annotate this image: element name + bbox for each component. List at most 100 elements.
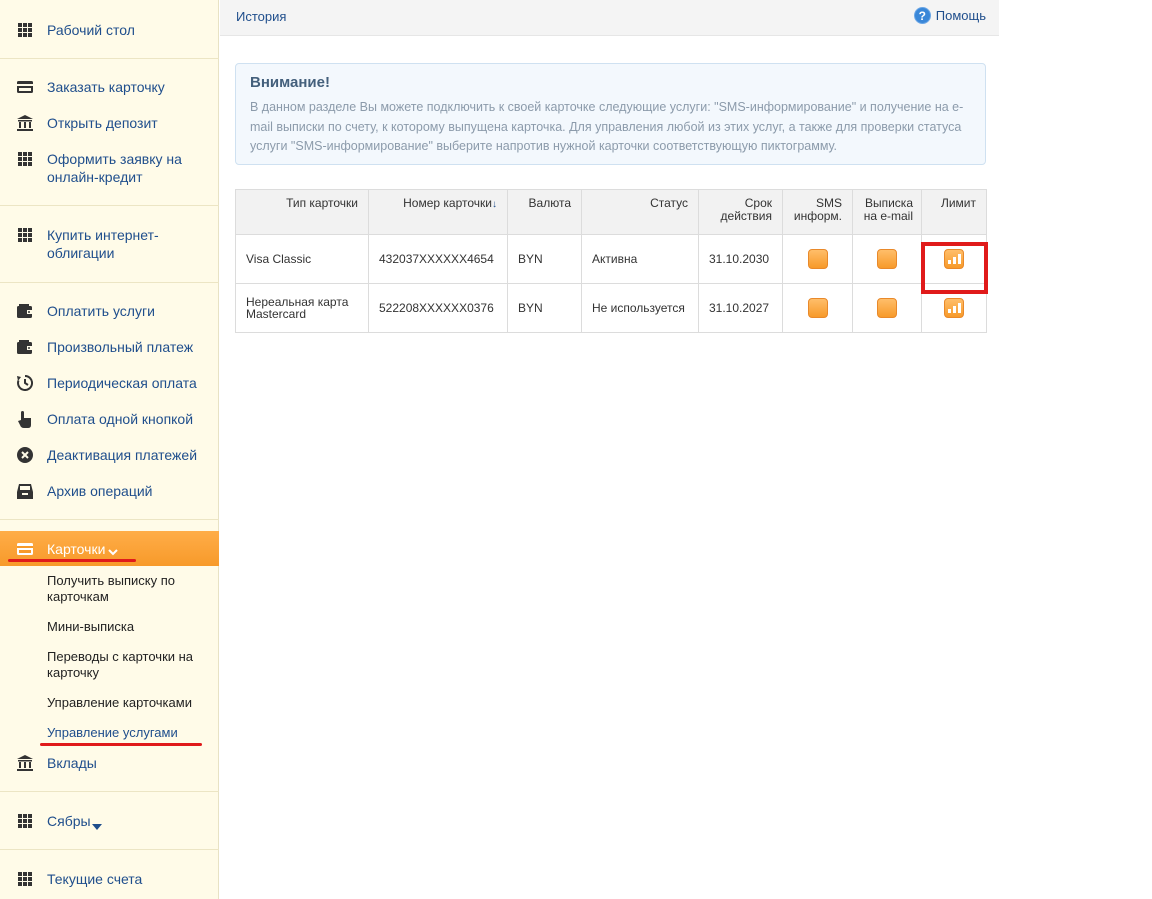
wallet-icon <box>16 338 34 356</box>
status-cell: Активна <box>581 234 699 284</box>
submenu-item-mini-statement[interactable]: Мини-выписка <box>47 619 212 635</box>
submenu-item-card-statement[interactable]: Получить выписку по карточкам <box>47 573 212 605</box>
column-header-status[interactable]: Статус <box>581 189 699 235</box>
grid-icon <box>16 812 34 830</box>
sidebar-item-internet-bonds[interactable]: Купить интернет-облигации <box>0 226 219 264</box>
sms-service-button[interactable] <box>807 298 828 318</box>
sidebar-item-label: Произвольный платеж <box>47 339 194 355</box>
highlight-box <box>921 242 988 294</box>
sidebar-item-order-card[interactable]: Заказать карточку <box>0 78 219 98</box>
sidebar-item-label: Карточки <box>47 541 106 557</box>
highlight-underline <box>8 559 136 562</box>
notice-box: Внимание! В данном разделе Вы можете под… <box>235 63 986 165</box>
bank-icon <box>16 114 34 132</box>
sidebar-item-current-accounts[interactable]: Текущие счета <box>0 870 219 890</box>
highlight-underline <box>40 743 202 746</box>
column-header-sms: SMS информ. <box>782 189 853 235</box>
submenu-item-card-transfers[interactable]: Переводы с карточки на карточку <box>47 649 212 681</box>
column-header-expiry[interactable]: Срок действия <box>698 189 783 235</box>
sidebar-item-deposits[interactable]: Вклады <box>0 754 219 774</box>
divider <box>0 58 219 59</box>
email-cell <box>852 283 922 333</box>
column-header-card-type[interactable]: Тип карточки <box>235 189 369 235</box>
sidebar-item-label: Вклады <box>47 755 97 771</box>
card-icon <box>16 78 34 96</box>
column-header-card-number[interactable]: Номер карточки↓ <box>368 189 508 235</box>
close-circle-icon <box>16 446 34 464</box>
sms-service-button[interactable] <box>807 249 828 269</box>
sidebar-item-one-click-payment[interactable]: Оплата одной кнопкой <box>0 410 219 430</box>
table-header-row: Тип карточки Номер карточки↓ Валюта Стат… <box>235 189 987 235</box>
grid-icon <box>16 870 34 888</box>
sidebar-item-label: Архив операций <box>47 483 153 499</box>
sidebar-item-periodic-payment[interactable]: Периодическая оплата <box>0 374 219 394</box>
table-row: Нереальная карта Mastercard 522208XXXXXX… <box>235 283 987 333</box>
help-label: Помощь <box>935 8 986 23</box>
sms-cell <box>782 283 853 333</box>
limit-button[interactable] <box>944 298 964 318</box>
history-icon <box>16 374 34 392</box>
submenu-item-card-management[interactable]: Управление карточками <box>47 695 212 711</box>
divider <box>0 519 219 520</box>
history-link[interactable]: История <box>236 9 286 24</box>
cards-table: Тип карточки Номер карточки↓ Валюта Стат… <box>235 189 987 333</box>
sidebar-item-online-credit[interactable]: Оформить заявку на онлайн-кредит <box>0 150 219 188</box>
sidebar-item-label: Открыть депозит <box>47 115 158 131</box>
sidebar-item-operations-archive[interactable]: Архив операций <box>0 482 219 502</box>
currency-cell: BYN <box>507 283 582 333</box>
notice-text: В данном разделе Вы можете подключить к … <box>250 100 964 153</box>
table-row: Visa Classic 432037XXXXXX4654 BYN Активн… <box>235 234 987 284</box>
sidebar-item-label: Купить интернет-облигации <box>47 227 159 261</box>
divider <box>0 849 219 850</box>
sidebar-item-label: Оплата одной кнопкой <box>47 411 194 427</box>
column-header-currency[interactable]: Валюта <box>507 189 582 235</box>
chevron-down-icon <box>92 818 102 836</box>
email-statement-button[interactable] <box>877 298 897 318</box>
expiry-cell: 31.10.2030 <box>698 234 783 284</box>
card-icon <box>16 540 34 558</box>
currency-cell: BYN <box>507 234 582 284</box>
sidebar-item-label: Текущие счета <box>47 871 143 887</box>
card-type-cell: Нереальная карта Mastercard <box>235 283 369 333</box>
email-statement-button[interactable] <box>877 249 897 269</box>
pointer-hand-icon <box>16 410 34 428</box>
sidebar-item-label: Заказать карточку <box>47 79 165 95</box>
bank-icon <box>16 754 34 772</box>
divider <box>0 791 219 792</box>
sidebar: Рабочий стол Заказать карточку Открыть д… <box>0 0 219 899</box>
sidebar-item-pay-services[interactable]: Оплатить услуги <box>0 302 219 322</box>
sidebar-item-deactivate-payments[interactable]: Деактивация платежей <box>0 446 219 466</box>
sidebar-item-label: Рабочий стол <box>47 22 135 38</box>
sort-arrow-icon: ↓ <box>492 199 497 210</box>
grid-icon <box>16 150 34 168</box>
archive-icon <box>16 482 34 500</box>
column-header-email-statement: Выписка на e-mail <box>852 189 922 235</box>
sidebar-item-label: Сябры <box>47 813 91 829</box>
sidebar-item-syabry[interactable]: Сябры <box>0 812 219 832</box>
divider <box>0 282 219 283</box>
sidebar-item-label: Периодическая оплата <box>47 375 197 391</box>
sidebar-item-label: Деактивация платежей <box>47 447 198 463</box>
email-cell <box>852 234 922 284</box>
expiry-cell: 31.10.2027 <box>698 283 783 333</box>
wallet-icon <box>16 302 34 320</box>
notice-title: Внимание! <box>250 74 330 91</box>
divider <box>0 205 219 206</box>
column-header-label: Номер карточки <box>403 196 492 210</box>
sidebar-item-free-payment[interactable]: Произвольный платеж <box>0 338 219 358</box>
column-header-limit: Лимит <box>921 189 987 235</box>
help-icon: ? <box>913 7 931 24</box>
sidebar-item-label: Оформить заявку на онлайн-кредит <box>47 151 182 185</box>
card-number-cell: 522208XXXXXX0376 <box>368 283 508 333</box>
submenu-item-services-management[interactable]: Управление услугами <box>47 725 212 741</box>
sms-cell <box>782 234 853 284</box>
grid-icon <box>16 226 34 244</box>
sidebar-item-desktop[interactable]: Рабочий стол <box>0 21 219 41</box>
sidebar-item-open-deposit[interactable]: Открыть депозит <box>0 114 219 134</box>
grid-icon <box>16 21 34 39</box>
status-cell: Не используется <box>581 283 699 333</box>
sidebar-item-label: Оплатить услуги <box>47 303 155 319</box>
help-link[interactable]: ? Помощь <box>913 7 986 24</box>
top-bar: История ? Помощь <box>220 0 999 36</box>
card-type-cell: Visa Classic <box>235 234 369 284</box>
